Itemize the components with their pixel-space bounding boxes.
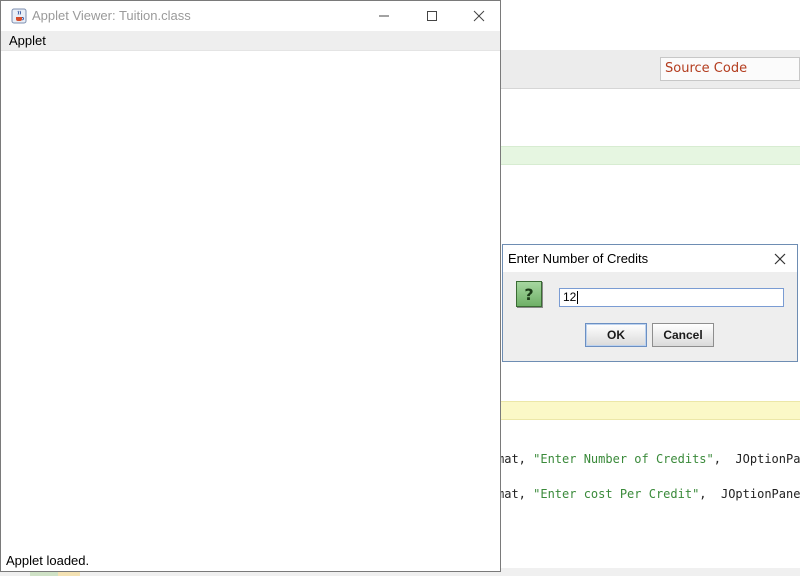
code-text: , JOptionPane. — [699, 487, 800, 501]
maximize-icon — [427, 11, 437, 21]
applet-canvas[interactable] — [1, 51, 500, 550]
cancel-button[interactable]: Cancel — [652, 323, 714, 347]
code-line: mat, "Enter cost Per Credit", JOptionPan… — [497, 487, 800, 501]
ok-button[interactable]: OK — [585, 323, 647, 347]
input-dialog: Enter Number of Credits ? 12 OK Cancel — [502, 244, 798, 362]
status-text: Applet loaded. — [6, 553, 90, 568]
dialog-title-bar[interactable]: Enter Number of Credits — [503, 245, 797, 272]
dialog-title: Enter Number of Credits — [508, 251, 649, 266]
minimize-button[interactable] — [361, 1, 407, 31]
highlighted-line-yellow — [500, 401, 800, 420]
code-line: mat, "Enter Number of Credits", JOptionP… — [497, 452, 800, 466]
text-caret — [577, 291, 579, 305]
code-string-literal: "Enter Number of Credits" — [533, 452, 714, 466]
code-string-literal: "Enter cost Per Credit" — [533, 487, 700, 501]
menu-bar: Applet — [1, 31, 500, 51]
applet-viewer-window: Applet Viewer: Tuition.class Applet Appl… — [0, 0, 501, 572]
source-code-label: Source Code — [665, 61, 748, 76]
code-text: mat, — [497, 452, 534, 466]
question-icon: ? — [516, 281, 542, 307]
status-bar: Applet loaded. — [1, 549, 500, 571]
input-value: 12 — [563, 290, 577, 304]
menu-applet[interactable]: Applet — [9, 33, 46, 48]
window-title: Applet Viewer: Tuition.class — [32, 8, 191, 23]
java-cup-icon — [11, 8, 27, 24]
code-text: , JOptionPan — [713, 452, 800, 466]
title-bar[interactable]: Applet Viewer: Tuition.class — [1, 1, 500, 31]
maximize-button[interactable] — [409, 1, 455, 31]
highlighted-line-green — [500, 146, 800, 165]
close-button[interactable] — [456, 1, 502, 31]
dialog-close-button[interactable] — [769, 249, 791, 269]
credits-input[interactable]: 12 — [559, 288, 784, 307]
code-text: mat, — [497, 487, 534, 501]
minimize-icon — [379, 15, 389, 17]
close-icon — [473, 10, 485, 22]
close-icon — [774, 253, 786, 265]
